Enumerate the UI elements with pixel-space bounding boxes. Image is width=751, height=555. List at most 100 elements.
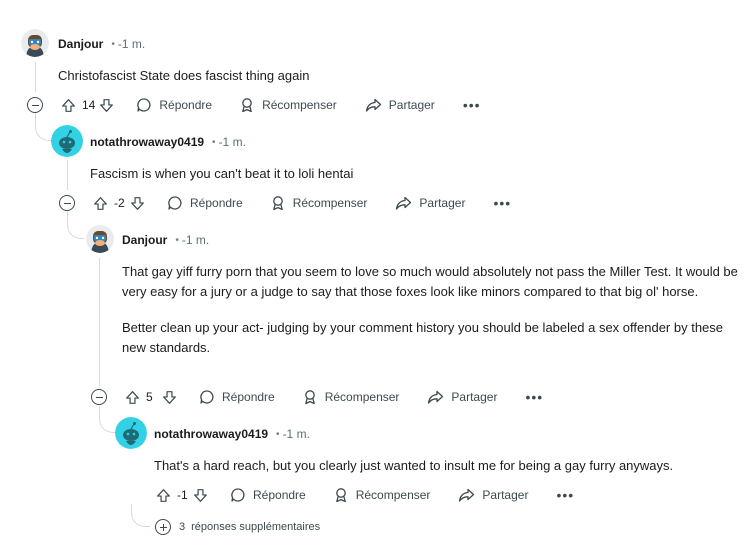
reply-button[interactable]: Répondre bbox=[230, 487, 306, 503]
vote-score: 14 bbox=[82, 98, 96, 112]
more-options-button[interactable]: ••• bbox=[463, 97, 481, 113]
arrow-up-icon bbox=[62, 98, 75, 112]
arrow-down-icon bbox=[131, 196, 144, 210]
arrow-down-icon bbox=[163, 390, 176, 404]
upvote-button[interactable] bbox=[93, 196, 108, 211]
collapse-thread-button[interactable] bbox=[27, 97, 43, 113]
reply-label: Répondre bbox=[190, 196, 243, 210]
arrow-down-icon bbox=[100, 98, 114, 112]
danjour-avatar-icon bbox=[86, 225, 114, 253]
reply-button[interactable]: Répondre bbox=[136, 97, 212, 113]
more-options-button[interactable]: ••• bbox=[556, 487, 574, 503]
more-options-button[interactable]: ••• bbox=[525, 389, 543, 405]
share-icon bbox=[428, 390, 444, 404]
comment-timestamp[interactable]: -1 m. bbox=[283, 427, 310, 441]
snoo-avatar-icon bbox=[115, 417, 147, 449]
vote-score: -1 bbox=[177, 488, 188, 502]
award-button[interactable]: Récompenser bbox=[239, 97, 337, 113]
reply-button[interactable]: Répondre bbox=[199, 389, 275, 405]
plus-circle-icon bbox=[155, 519, 171, 535]
more-icon: ••• bbox=[556, 487, 575, 503]
comment-paragraph: Fascism is when you can't beat it to lol… bbox=[90, 166, 354, 181]
collapse-thread-button[interactable] bbox=[59, 195, 75, 211]
comment-paragraph: Christofascist State does fascist thing … bbox=[58, 68, 310, 83]
arrow-up-icon bbox=[157, 488, 170, 502]
share-button[interactable]: Partager bbox=[365, 97, 435, 113]
vote-score: -2 bbox=[114, 196, 125, 210]
more-options-button[interactable]: ••• bbox=[493, 195, 511, 211]
downvote-button[interactable] bbox=[193, 488, 208, 503]
award-button[interactable]: Récompenser bbox=[333, 487, 431, 503]
more-icon: ••• bbox=[462, 97, 481, 113]
award-label: Récompenser bbox=[292, 196, 368, 210]
avatar[interactable] bbox=[21, 29, 49, 57]
share-label: Partager bbox=[419, 196, 466, 210]
reply-label: Répondre bbox=[253, 488, 306, 502]
comment-author[interactable]: notathrowaway0419 bbox=[90, 135, 204, 149]
downvote-button[interactable] bbox=[130, 196, 145, 211]
share-icon bbox=[459, 488, 475, 502]
more-replies-count: 3 bbox=[179, 521, 186, 533]
arrow-up-icon bbox=[126, 390, 139, 404]
share-button[interactable]: Partager bbox=[427, 389, 497, 405]
chat-bubble-icon bbox=[231, 488, 245, 502]
comment-paragraph: That's a hard reach, but you clearly jus… bbox=[154, 458, 674, 473]
avatar[interactable] bbox=[115, 417, 147, 449]
award-icon bbox=[335, 488, 346, 503]
vote-controls: 14 bbox=[61, 98, 114, 113]
comment-timestamp[interactable]: -1 m. bbox=[182, 233, 209, 247]
comment-body: Fascism is when you can't beat it to lol… bbox=[90, 164, 735, 184]
comment-paragraph: Better clean up your act- judging by you… bbox=[122, 320, 724, 355]
chat-bubble-icon bbox=[200, 390, 214, 404]
award-icon bbox=[304, 390, 315, 405]
avatar[interactable] bbox=[51, 125, 83, 157]
comment-timestamp[interactable]: -1 m. bbox=[118, 37, 145, 51]
upvote-button[interactable] bbox=[125, 390, 140, 405]
collapse-thread-button[interactable] bbox=[91, 389, 107, 405]
comment-actions: -1 Répondre Récompenser Partager ••• bbox=[156, 483, 574, 507]
danjour-avatar-icon bbox=[21, 29, 49, 57]
comment-author[interactable]: notathrowaway0419 bbox=[154, 427, 268, 441]
share-label: Partager bbox=[451, 390, 498, 404]
more-icon: ••• bbox=[525, 389, 544, 405]
share-icon bbox=[396, 196, 412, 210]
vote-score: 5 bbox=[146, 390, 153, 404]
award-button[interactable]: Récompenser bbox=[302, 389, 400, 405]
comment-body: That gay yiff furry porn that you seem t… bbox=[122, 262, 742, 358]
comment-author[interactable]: Danjour bbox=[122, 233, 167, 247]
minus-icon bbox=[95, 396, 103, 398]
separator-dot: • bbox=[212, 136, 216, 148]
comment-actions: 14 Répondre Récompenser Partager ••• bbox=[27, 93, 481, 117]
award-button[interactable]: Récompenser bbox=[270, 195, 368, 211]
separator-dot: • bbox=[175, 234, 179, 246]
downvote-button[interactable] bbox=[99, 98, 114, 113]
downvote-button[interactable] bbox=[162, 390, 177, 405]
share-button[interactable]: Partager bbox=[395, 195, 465, 211]
arrow-up-icon bbox=[94, 196, 107, 210]
share-button[interactable]: Partager bbox=[458, 487, 528, 503]
vote-controls: -2 bbox=[93, 196, 145, 211]
award-label: Récompenser bbox=[355, 488, 431, 502]
chat-bubble-icon bbox=[137, 98, 151, 112]
upvote-button[interactable] bbox=[61, 98, 76, 113]
comment-actions: 5 Répondre Récompenser Partager ••• bbox=[91, 385, 543, 409]
comment-timestamp[interactable]: -1 m. bbox=[219, 135, 246, 149]
comment-paragraph: That gay yiff furry porn that you seem t… bbox=[122, 264, 738, 299]
avatar[interactable] bbox=[86, 225, 114, 253]
reply-button[interactable]: Répondre bbox=[167, 195, 243, 211]
separator-dot: • bbox=[111, 38, 115, 50]
share-label: Partager bbox=[482, 488, 529, 502]
share-label: Partager bbox=[388, 98, 435, 112]
separator-dot: • bbox=[276, 428, 280, 440]
comment-actions: -2 Répondre Récompenser Partager ••• bbox=[59, 191, 511, 215]
reply-label: Répondre bbox=[222, 390, 275, 404]
comment-body: Christofascist State does fascist thing … bbox=[58, 66, 738, 86]
comment-author[interactable]: Danjour bbox=[58, 37, 103, 51]
upvote-button[interactable] bbox=[156, 488, 171, 503]
minus-icon bbox=[31, 104, 39, 106]
reply-label: Répondre bbox=[159, 98, 213, 112]
award-label: Récompenser bbox=[324, 390, 400, 404]
award-label: Récompenser bbox=[262, 98, 337, 112]
more-replies-button[interactable]: 3 réponses supplémentaires bbox=[155, 519, 320, 535]
snoo-avatar-icon bbox=[51, 125, 83, 157]
